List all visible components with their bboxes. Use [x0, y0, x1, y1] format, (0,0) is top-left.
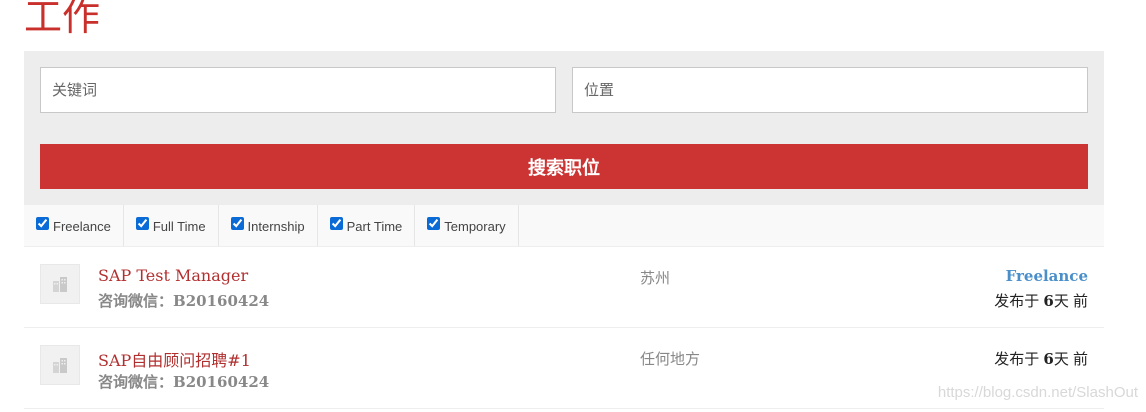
search-panel: 搜索职位 — [24, 51, 1104, 205]
filter-full-time-checkbox[interactable] — [135, 217, 149, 230]
job-location: 苏州 — [640, 270, 671, 287]
job-posted-date: 发布于 6天 前 — [994, 348, 1088, 369]
job-company: 咨询微信：B20160424 — [98, 371, 269, 392]
job-company: 咨询微信：B20160424 — [98, 290, 269, 311]
building-icon — [53, 277, 67, 292]
page-title: 工作 — [24, 0, 101, 39]
filter-internship-checkbox[interactable] — [230, 217, 244, 230]
job-type-badge: Freelance — [1005, 267, 1088, 285]
company-logo-placeholder — [40, 345, 80, 385]
job-title-link[interactable]: SAP自由顾问招聘#1 — [98, 347, 251, 371]
filter-temporary[interactable]: Temporary — [415, 205, 519, 246]
job-title-link[interactable]: SAP Test Manager — [98, 266, 248, 285]
building-icon — [53, 358, 67, 373]
job-type-filters: Freelance Full Time Internship Part Time… — [24, 205, 1104, 247]
date-suffix: 天 前 — [1053, 351, 1088, 368]
filter-part-time-checkbox[interactable] — [329, 217, 343, 230]
filter-freelance-checkbox[interactable] — [36, 217, 49, 230]
date-prefix: 发布于 — [994, 351, 1044, 368]
watermark: https://blog.csdn.net/SlashOut — [937, 384, 1138, 401]
filter-full-time[interactable]: Full Time — [124, 205, 219, 246]
filter-temporary-checkbox[interactable] — [427, 217, 441, 230]
date-number: 6 — [1043, 350, 1054, 368]
filter-label: Part Time — [346, 219, 403, 234]
job-listing[interactable]: SAP Test Manager 咨询微信：B20160424 苏州 Freel… — [24, 247, 1104, 328]
date-number: 6 — [1043, 292, 1054, 310]
job-location: 任何地方 — [640, 351, 701, 368]
filter-label: Full Time — [152, 219, 206, 234]
company-logo-placeholder — [40, 264, 80, 304]
company-id: B20160424 — [173, 373, 270, 391]
filter-label: Freelance — [53, 219, 111, 234]
filter-part-time[interactable]: Part Time — [318, 205, 416, 246]
filter-label: Internship — [247, 219, 305, 234]
company-label: 咨询微信： — [98, 374, 174, 391]
date-suffix: 天 前 — [1053, 293, 1088, 310]
company-label: 咨询微信： — [98, 293, 174, 310]
search-jobs-button[interactable]: 搜索职位 — [40, 144, 1088, 189]
location-input[interactable] — [572, 67, 1088, 113]
filter-label: Temporary — [444, 219, 506, 234]
filter-internship[interactable]: Internship — [219, 205, 318, 246]
company-id: B20160424 — [173, 292, 270, 310]
filter-freelance[interactable]: Freelance — [24, 205, 124, 246]
job-posted-date: 发布于 6天 前 — [994, 290, 1088, 311]
keyword-input[interactable] — [40, 67, 556, 113]
date-prefix: 发布于 — [994, 293, 1044, 310]
